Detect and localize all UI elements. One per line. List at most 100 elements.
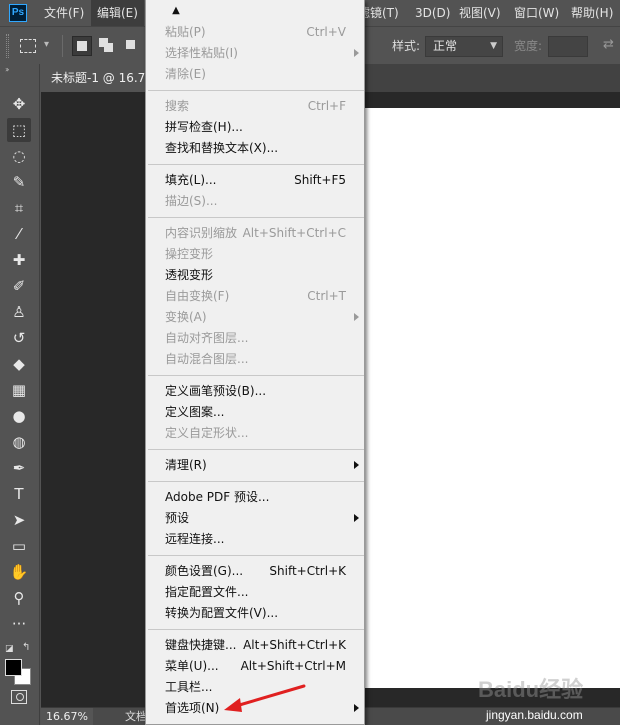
history-brush-tool-icon[interactable]: ↺ [7,326,31,350]
menu-item: 自由变换(F) Ctrl+T [146,286,364,307]
lasso-tool-icon[interactable]: ◌ [7,144,31,168]
menu-help[interactable]: 帮助(H) [565,0,619,26]
collapse-panel-icon[interactable]: ›› [0,64,40,76]
menu-item-label: 键盘快捷键... [165,638,237,652]
zoom-tool-icon[interactable]: ⚲ [7,586,31,610]
more-tools-icon[interactable]: ··· [7,612,31,636]
menu-view[interactable]: 视图(V) [453,0,507,26]
menu-item-label: Adobe PDF 预设... [165,490,270,504]
clone-stamp-tool-icon[interactable]: ♙ [7,300,31,324]
rectangular-marquee-tool-icon[interactable]: ⬚ [7,118,31,142]
menu-item[interactable]: Adobe PDF 预设... [146,487,364,508]
menu-item: 选择性粘贴(I) [146,43,364,64]
healing-brush-tool-icon[interactable]: ✚ [7,248,31,272]
menu-item-label: 透视变形 [165,268,214,282]
gradient-tool-icon[interactable]: ▦ [7,378,31,402]
marquee-preset-icon[interactable] [20,39,36,53]
annotation-arrow-icon [224,684,306,712]
subtract-from-selection-button[interactable] [124,36,144,56]
swap-width-height-icon[interactable]: ⇄ [603,37,614,52]
crop-tool-icon[interactable]: ⌗ [7,196,31,220]
menu-scroll-up-icon[interactable]: ▲ [146,5,206,19]
menu-item-label: 选择性粘贴(I) [165,46,238,60]
menu-item[interactable]: 键盘快捷键... Alt+Shift+Ctrl+K [146,635,364,656]
width-input[interactable] [548,36,588,57]
menu-edit[interactable]: 编辑(E) [91,0,144,26]
menu-item[interactable]: 菜单(U)... Alt+Shift+Ctrl+M [146,656,364,677]
menu-item[interactable]: 颜色设置(G)... Shift+Ctrl+K [146,561,364,582]
document-canvas[interactable] [361,108,620,688]
quick-mask-icon[interactable] [11,690,27,704]
foreground-color-swatch[interactable] [5,659,22,676]
menu-item-shortcut: Alt+Shift+Ctrl+K [243,638,346,652]
menu-item-shortcut: Shift+Ctrl+K [269,564,346,578]
new-selection-button[interactable] [72,36,92,56]
menu-item[interactable]: 填充(L)... Shift+F5 [146,170,364,191]
zoom-level[interactable]: 16.67% [41,708,93,725]
menu-item-label: 清除(E) [165,67,206,81]
swap-colors-icon[interactable]: ↰ [22,642,30,653]
document-info-label[interactable]: 文档 [125,708,147,725]
menu-item-label: 工具栏... [165,680,213,694]
menu-item[interactable]: 转换为配置文件(V)... [146,603,364,624]
submenu-arrow-icon [354,313,359,321]
eyedropper-tool-icon[interactable]: ⁄ [7,222,31,246]
brush-tool-icon[interactable]: ✐ [7,274,31,298]
menu-item-shortcut: Ctrl+T [307,289,346,303]
menu-item-label: 转换为配置文件(V)... [165,606,279,620]
menu-item-label: 自动对齐图层... [165,331,249,345]
menu-item-label: 查找和替换文本(X)... [165,141,279,155]
menu-item[interactable]: 指定配置文件... [146,582,364,603]
move-tool-icon[interactable]: ✥ [7,92,31,116]
eraser-tool-icon[interactable]: ◆ [7,352,31,376]
menu-separator [148,555,364,556]
menu-item-label: 变换(A) [165,310,207,324]
menu-item: 自动对齐图层... [146,328,364,349]
menu-item-label: 指定配置文件... [165,585,249,599]
menu-item[interactable]: 拼写检查(H)... [146,117,364,138]
submenu-arrow-icon [354,704,359,712]
hand-tool-icon[interactable]: ✋ [7,560,31,584]
watermark-url: jingyan.baidu.com [486,708,583,722]
menu-file[interactable]: 文件(F) [38,0,90,26]
dodge-tool-icon[interactable]: ◍ [7,430,31,454]
document-tab[interactable]: 未标题-1 @ 16.7% [41,64,151,92]
menu-window[interactable]: 窗口(W) [508,0,565,26]
menu-item[interactable]: 远程连接... [146,529,364,550]
menu-separator [148,481,364,482]
menu-item[interactable]: 透视变形 [146,265,364,286]
menu-separator [148,217,364,218]
menu-item[interactable]: 清理(R) [146,455,364,476]
chevron-down-icon[interactable]: ▾ [44,39,49,50]
options-bar-grip[interactable] [6,34,9,58]
menu-3d[interactable]: 3D(D) [409,0,456,26]
add-to-selection-button[interactable] [97,36,117,56]
quick-selection-tool-icon[interactable]: ✎ [7,170,31,194]
rectangle-tool-icon[interactable]: ▭ [7,534,31,558]
menu-item: 描边(S)... [146,191,364,212]
menu-item[interactable]: 查找和替换文本(X)... [146,138,364,159]
menu-item[interactable]: 定义图案... [146,402,364,423]
path-selection-tool-icon[interactable]: ➤ [7,508,31,532]
type-tool-icon[interactable]: T [7,482,31,506]
menu-item: 操控变形 [146,244,364,265]
menu-item-shortcut: Ctrl+V [306,25,346,39]
menu-item-label: 定义图案... [165,405,225,419]
menu-item-label: 操控变形 [165,247,214,261]
menu-item-label: 颜色设置(G)... [165,564,244,578]
submenu-arrow-icon [354,514,359,522]
menu-item: 粘贴(P) Ctrl+V [146,22,364,43]
menu-separator [148,449,364,450]
menu-item[interactable]: 预设 [146,508,364,529]
style-select[interactable]: 正常 ▼ [425,36,503,57]
pen-tool-icon[interactable]: ✒ [7,456,31,480]
menu-item-label: 定义自定形状... [165,426,249,440]
style-label: 样式: [392,39,421,53]
menu-separator [148,375,364,376]
menu-item: 变换(A) [146,307,364,328]
menu-item-label: 定义画笔预设(B)... [165,384,267,398]
menu-item[interactable]: 定义画笔预设(B)... [146,381,364,402]
blur-tool-icon[interactable]: ● [7,404,31,428]
default-colors-icon[interactable]: ◪ [5,644,14,654]
menu-separator [148,164,364,165]
